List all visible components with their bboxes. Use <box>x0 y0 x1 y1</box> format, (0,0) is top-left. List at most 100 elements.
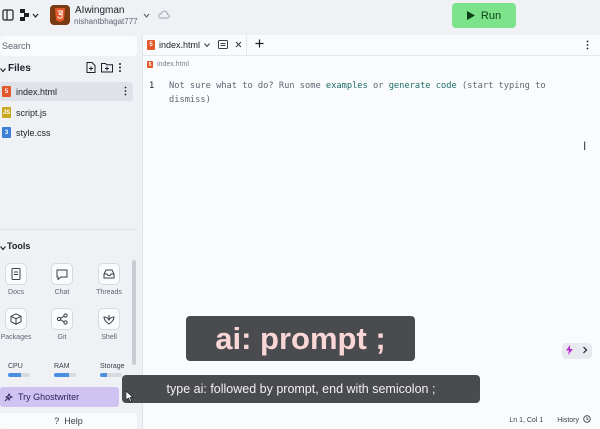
tool-threads[interactable]: Threads <box>89 263 129 296</box>
close-icon[interactable] <box>235 40 242 50</box>
resize-handle[interactable] <box>0 229 137 230</box>
history-label: History <box>557 416 579 424</box>
empty-file-hint: Not sure what to do? Run some examples o… <box>169 79 579 107</box>
tool-git[interactable]: Git <box>42 308 82 341</box>
shell-icon <box>98 308 120 330</box>
ai-assist-toggle[interactable] <box>562 343 592 359</box>
project-owner[interactable]: nishantbhagat777 <box>74 17 138 26</box>
more-vertical-icon[interactable] <box>124 86 127 98</box>
run-button[interactable]: Run <box>452 3 516 28</box>
top-bar: AIwingman nishantbhagat777 Run <box>0 0 600 32</box>
meter-label: CPU <box>8 363 23 370</box>
preview-icon[interactable] <box>218 39 229 51</box>
file-name: index.html <box>16 86 58 97</box>
tool-chat[interactable]: Chat <box>42 263 82 296</box>
chevron-down-icon[interactable] <box>32 11 39 18</box>
tab-index-html[interactable]: 5 index.html <box>143 34 248 56</box>
tool-label: Docs <box>8 289 24 296</box>
files-actions <box>86 62 122 76</box>
meter-fill <box>54 373 70 377</box>
new-file-icon[interactable] <box>86 62 96 76</box>
sidebar: Search Files 5 index.html JS script.js 3… <box>0 32 140 429</box>
docs-icon <box>5 263 27 285</box>
hint-text: Not sure what to do? Run some <box>169 81 326 91</box>
status-bar: Ln 1, Col 1 History <box>143 411 600 429</box>
tool-label: Shell <box>101 334 117 341</box>
cpu-meter[interactable]: CPU <box>8 363 30 377</box>
chevron-right-icon <box>582 346 588 356</box>
scrollbar[interactable] <box>132 260 136 365</box>
tool-docs[interactable]: Docs <box>0 263 36 296</box>
storage-meter[interactable]: Storage <box>100 363 125 377</box>
tool-packages[interactable]: Packages <box>0 308 36 341</box>
more-vertical-icon[interactable] <box>118 62 122 76</box>
caption-overlay-large: ai: prompt ; <box>186 316 415 361</box>
chevron-down-icon[interactable] <box>0 243 6 254</box>
generate-code-link[interactable]: generate code <box>389 81 457 91</box>
help-label: Help <box>64 416 83 426</box>
ghostwriter-icon <box>4 392 13 401</box>
tool-label: Threads <box>96 289 122 296</box>
tool-shell[interactable]: Shell <box>89 308 129 341</box>
tab-label: index.html <box>159 40 201 50</box>
js-file-icon: JS <box>2 107 11 118</box>
help-button[interactable]: ? Help <box>0 413 137 429</box>
replit-logo-icon[interactable] <box>19 9 30 21</box>
tools-heading: Tools <box>7 241 31 251</box>
html-file-icon: 5 <box>2 86 11 97</box>
git-icon <box>51 308 73 330</box>
file-name: style.css <box>16 127 51 138</box>
cloud-icon <box>158 10 170 19</box>
hint-text: or <box>367 81 389 91</box>
search-input[interactable]: Search <box>0 36 137 56</box>
file-item-style-css[interactable]: 3 style.css <box>0 123 133 142</box>
help-icon: ? <box>54 416 60 426</box>
chat-icon <box>51 263 73 285</box>
try-ghostwriter-button[interactable]: Try Ghostwriter <box>0 387 119 407</box>
meter-bar <box>8 373 30 377</box>
line-number: 1 <box>149 81 155 91</box>
caption-overlay-small: type ai: followed by prompt, end with se… <box>122 375 480 403</box>
chevron-down-icon[interactable] <box>204 40 210 50</box>
meter-label: Storage <box>100 363 125 370</box>
meter-bar <box>100 373 122 377</box>
editor-tab-bar: 5 index.html <box>143 34 600 56</box>
html5-icon <box>55 8 65 22</box>
project-avatar[interactable] <box>50 5 70 25</box>
text-cursor-icon: I <box>583 139 587 153</box>
ghostwriter-label: Try Ghostwriter <box>18 392 80 402</box>
threads-icon <box>98 263 120 285</box>
ram-meter[interactable]: RAM <box>54 363 76 377</box>
css-file-icon: 3 <box>2 127 11 138</box>
packages-icon <box>5 308 27 330</box>
run-button-label: Run <box>480 9 502 22</box>
search-placeholder: Search <box>2 41 31 51</box>
more-vertical-icon[interactable] <box>586 40 589 53</box>
file-item-index-html[interactable]: 5 index.html <box>0 82 133 101</box>
chevron-down-icon[interactable] <box>0 65 6 76</box>
history-icon <box>583 415 591 425</box>
tool-label: Chat <box>54 289 70 296</box>
tool-label: Git <box>57 334 67 341</box>
meter-bar <box>54 373 76 377</box>
project-name[interactable]: AIwingman <box>75 5 124 16</box>
breadcrumb: 5 index.html <box>147 61 189 68</box>
examples-link[interactable]: examples <box>326 81 368 91</box>
meter-label: RAM <box>54 363 70 370</box>
history-button[interactable]: History <box>557 415 591 425</box>
add-tab-icon[interactable] <box>255 39 264 51</box>
file-name: script.js <box>16 107 47 118</box>
mouse-pointer-icon <box>125 390 134 405</box>
html-file-icon: 5 <box>147 61 153 68</box>
files-heading: Files <box>8 63 31 74</box>
breadcrumb-file[interactable]: index.html <box>157 61 189 68</box>
chevron-down-icon[interactable] <box>143 11 150 18</box>
editor-pane: 5 index.html 5 index.html 1 Not sure wha… <box>142 34 600 429</box>
sidebar-toggle-icon[interactable] <box>2 9 14 21</box>
cursor-position[interactable]: Ln 1, Col 1 <box>509 417 543 424</box>
tool-label: Packages <box>0 334 32 341</box>
lightning-icon <box>566 345 574 357</box>
new-folder-icon[interactable] <box>101 62 113 76</box>
html-file-icon: 5 <box>147 40 155 50</box>
file-item-script-js[interactable]: JS script.js <box>0 103 133 122</box>
